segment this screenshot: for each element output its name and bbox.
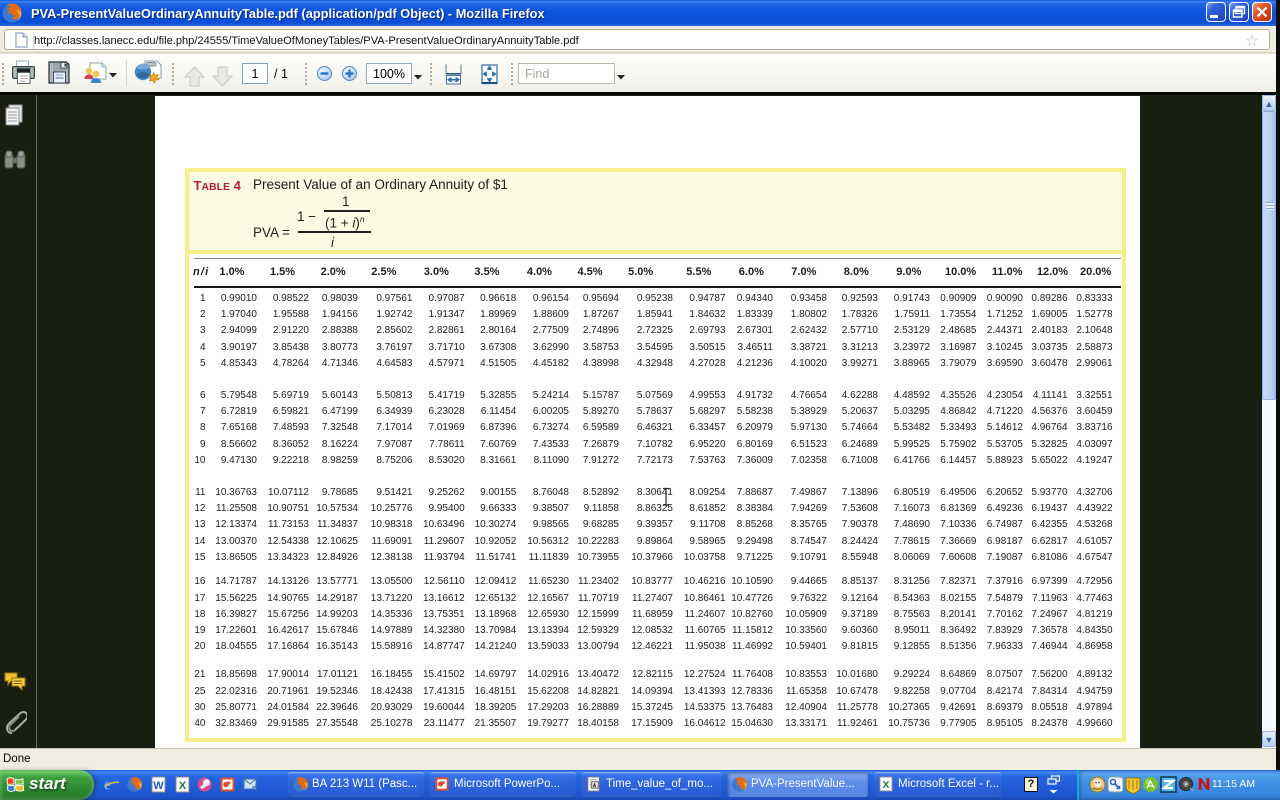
svg-text:X: X: [883, 780, 890, 791]
svg-text:X: X: [179, 780, 187, 792]
svg-text:W: W: [153, 780, 164, 792]
